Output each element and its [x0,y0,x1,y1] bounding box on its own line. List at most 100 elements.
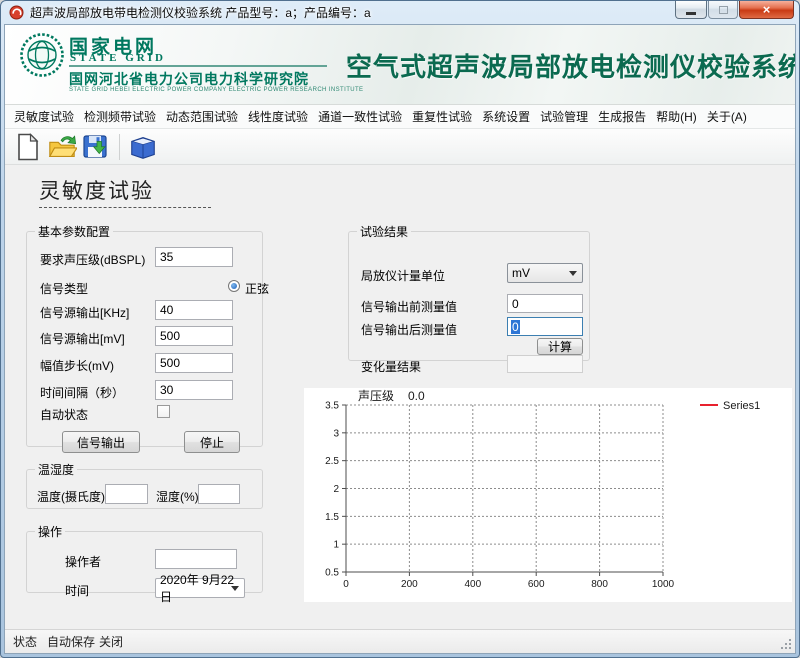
svg-text:0.5: 0.5 [325,568,339,579]
humidity-input[interactable] [198,484,240,504]
page-title: 灵敏度试验 [39,175,154,205]
header-banner: 国家电网 STATE GRID 国网河北省电力公司电力科学研究院 STATE G… [5,25,795,105]
date-picker[interactable]: 2020年 9月22日 [155,578,245,598]
minimize-icon [686,12,696,15]
svg-text:0: 0 [343,579,349,590]
unit-select[interactable]: mV [507,263,583,283]
spl-label: 要求声压级(dBSPL) [40,251,145,268]
before-input[interactable] [507,294,583,313]
state-grid-logo-icon [19,32,65,78]
basic-params-group: 基本参数配置 要求声压级(dBSPL) 信号类型 正弦 信号源输出[KHz] 信… [26,223,263,447]
sine-radio[interactable] [228,280,240,292]
page-title-underline [39,207,211,208]
source-mv-label: 信号源输出[mV] [40,330,125,347]
time-label: 时间 [65,582,89,599]
maximize-icon [719,6,728,14]
maximize-button[interactable] [708,1,738,19]
auto-status-checkbox[interactable] [157,405,170,418]
interval-label: 时间间隔（秒） [40,384,124,401]
resize-grip[interactable] [780,638,793,651]
organization-name-cn: 国网河北省电力公司电力科学研究院 [69,69,309,89]
radio-selected-dot [231,283,237,289]
menu-item-test-management[interactable]: 试验管理 [535,105,593,129]
menu-bar: 灵敏度试验 检测频带试验 动态范围试验 线性度试验 通道一致性试验 重复性试验 … [5,105,795,129]
calculate-button[interactable]: 计算 [537,338,583,355]
toolbar-separator [119,134,120,160]
status-autosave-label: 自动保存 [47,633,95,650]
results-legend: 试验结果 [357,223,411,240]
svg-text:声压级: 声压级 [358,389,394,403]
menu-item-dynamic-range[interactable]: 动态范围试验 [161,105,243,129]
before-label: 信号输出前测量值 [361,298,457,315]
source-mv-input[interactable] [155,326,233,346]
menu-item-generate-report[interactable]: 生成报告 [593,105,651,129]
menu-item-channel-consistency[interactable]: 通道一致性试验 [313,105,407,129]
step-label: 幅值步长(mV) [40,357,114,374]
new-file-icon [16,133,40,161]
window-title: 超声波局部放电带电检测仪校验系统 产品型号：a；产品编号：a [30,4,371,21]
freq-input[interactable] [155,300,233,320]
svg-text:1: 1 [333,540,339,551]
basic-params-legend: 基本参数配置 [35,223,113,240]
spl-input[interactable] [155,247,233,267]
operator-label: 操作者 [65,553,101,570]
after-label: 信号输出后测量值 [361,321,457,338]
freq-label: 信号源输出[KHz] [40,304,129,321]
close-button[interactable]: × [739,1,794,19]
brand-divider [69,65,327,67]
stop-button[interactable]: 停止 [184,431,240,453]
menu-item-frequency-band[interactable]: 检测频带试验 [79,105,161,129]
menu-item-help[interactable]: 帮助(H) [651,105,702,129]
minimize-button[interactable] [675,1,707,19]
menu-item-repeatability[interactable]: 重复性试验 [407,105,477,129]
auto-status-label: 自动状态 [40,406,88,423]
sine-radio-label: 正弦 [245,280,269,297]
organization-name-en: STATE GRID HEBEI ELECTRIC POWER COMPANY … [69,87,363,93]
svg-text:2: 2 [333,484,339,495]
toolbar [5,129,795,165]
unit-label: 局放仪计量单位 [361,267,445,284]
help-book-button[interactable] [126,131,160,163]
after-value-selected: 0 [511,320,520,334]
brand-name-en: STATE GRID [70,52,166,64]
new-file-button[interactable] [11,131,45,163]
humidity-label: 湿度(%) [156,488,199,505]
save-icon [82,133,110,161]
signal-output-button[interactable]: 信号输出 [62,431,140,453]
svg-text:600: 600 [528,579,545,590]
chevron-down-icon [569,271,577,276]
step-input[interactable] [155,353,233,373]
operator-input[interactable] [155,549,237,569]
open-file-button[interactable] [45,131,79,163]
status-state-label: 状态 [13,633,37,650]
status-autosave-state: 关闭 [99,633,123,650]
date-value: 2020年 9月22日 [160,571,240,605]
delta-label: 变化量结果 [361,358,421,375]
svg-text:800: 800 [591,579,608,590]
interval-input[interactable] [155,380,233,400]
temperature-input[interactable] [105,484,148,504]
app-window: 超声波局部放电带电检测仪校验系统 产品型号：a；产品编号：a × 国家电网 ST… [0,0,800,658]
status-bar: 状态 自动保存 关闭 [5,629,795,653]
help-book-icon [128,134,158,160]
operation-legend: 操作 [35,523,65,540]
close-icon: × [763,2,771,17]
chevron-down-icon [231,586,239,591]
sensitivity-chart: 0.511.522.533.502004006008001000声压级0.0Se… [304,388,792,602]
svg-text:3.5: 3.5 [325,401,339,412]
delta-output [507,355,583,373]
save-button[interactable] [79,131,113,163]
menu-item-system-settings[interactable]: 系统设置 [477,105,535,129]
after-input[interactable]: 0 [507,317,583,336]
svg-text:1000: 1000 [652,579,675,590]
window-controls: × [674,1,794,19]
results-group: 试验结果 局放仪计量单位 mV 信号输出前测量值 信号输出后测量值 0 计算 变… [348,223,590,361]
svg-text:0.0: 0.0 [408,389,425,403]
temperature-label: 温度(摄氏度) [37,488,105,505]
menu-item-about[interactable]: 关于(A) [702,105,752,129]
signal-type-label: 信号类型 [40,280,88,297]
svg-text:3: 3 [333,428,339,439]
menu-item-sensitivity[interactable]: 灵敏度试验 [9,105,79,129]
svg-text:Series1: Series1 [723,400,760,412]
menu-item-linearity[interactable]: 线性度试验 [243,105,313,129]
